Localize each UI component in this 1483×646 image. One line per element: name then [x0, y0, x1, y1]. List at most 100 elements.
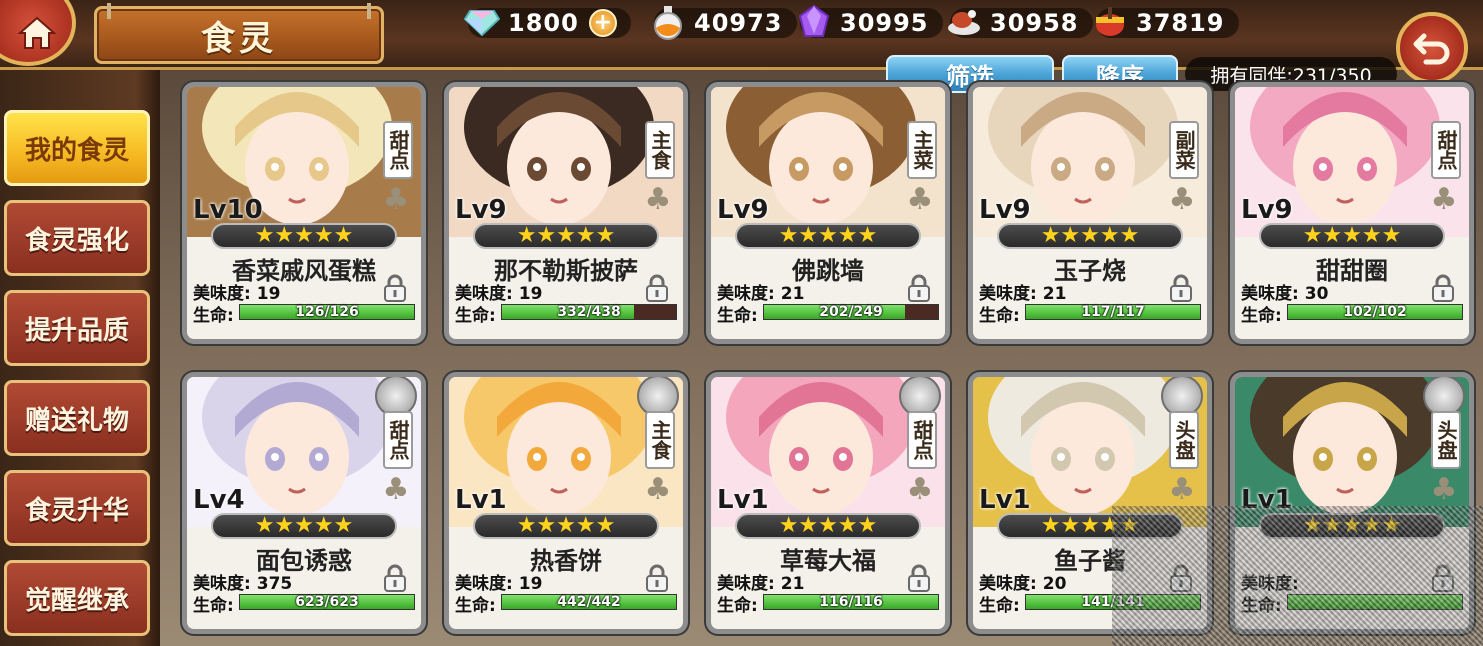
clover-icon: ♣ — [382, 182, 410, 217]
sidebar-item-send-gift[interactable]: 赠送礼物 — [4, 380, 150, 456]
clover-icon: ♣ — [1430, 472, 1458, 507]
sidebar-item-awaken-inherit[interactable]: 觉醒继承 — [4, 560, 150, 636]
star-rating: ★★★★★ — [997, 223, 1183, 249]
potion-count: 40973 — [694, 9, 783, 37]
page-title: 食灵 — [201, 18, 277, 59]
star-rating: ★★★★★ — [211, 513, 397, 539]
lock-icon[interactable] — [1431, 273, 1455, 303]
clover-icon: ♣ — [1168, 182, 1196, 217]
category-tag: 主菜 — [907, 121, 937, 179]
hp-label: 生命: — [455, 596, 496, 616]
level-label: Lv1 — [717, 485, 769, 515]
meat-dish-icon — [944, 2, 984, 42]
lock-icon[interactable] — [907, 273, 931, 303]
star-rating: ★★★★★ — [473, 513, 659, 539]
diamond-count: 1800 — [508, 9, 579, 37]
resource-potion: 40973 — [654, 6, 797, 40]
food-soul-card[interactable]: 主食 ♣ Lv1 ★★★★★ 热香饼 美味度: 19 生命: 442/442 — [444, 372, 688, 634]
rope-left — [107, 3, 111, 19]
lock-icon[interactable] — [645, 563, 669, 593]
hp-value: 332/438 — [557, 304, 621, 320]
hp-value: 202/249 — [819, 304, 883, 320]
rope-right — [367, 3, 371, 19]
hp-row: 生命: 126/126 — [193, 301, 417, 326]
lock-icon[interactable] — [383, 563, 407, 593]
star-rating: ★★★★★ — [473, 223, 659, 249]
hp-bar: 102/102 — [1287, 304, 1463, 320]
category-tag: 主食 — [645, 121, 675, 179]
level-label: Lv9 — [717, 195, 769, 225]
rainbow-diamond-icon — [462, 2, 502, 42]
home-button[interactable] — [0, 0, 76, 66]
sidebar-item-upgrade-quality[interactable]: 提升品质 — [4, 290, 150, 366]
home-icon — [17, 16, 57, 49]
lock-icon[interactable] — [383, 273, 407, 303]
star-rating: ★★★★★ — [735, 513, 921, 539]
level-label: Lv9 — [455, 195, 507, 225]
food-soul-card[interactable]: 主菜 ♣ Lv9 ★★★★★ 佛跳墙 美味度: 21 生命: 202/249 — [706, 82, 950, 344]
category-tag: 甜点 — [907, 411, 937, 469]
star-rating: ★★★★★ — [1259, 223, 1445, 249]
sidebar-item-ascend[interactable]: 食灵升华 — [4, 470, 150, 546]
sidebar: 我的食灵 食灵强化 提升品质 赠送礼物 食灵升华 觉醒继承 — [0, 70, 160, 646]
hp-bar: 117/117 — [1025, 304, 1201, 320]
sidebar-item-my-food-souls[interactable]: 我的食灵 — [4, 110, 150, 186]
category-tag: 甜点 — [383, 411, 413, 469]
category-tag: 头盘 — [1169, 411, 1199, 469]
meat-count: 30958 — [990, 9, 1079, 37]
clover-icon: ♣ — [382, 472, 410, 507]
hp-label: 生命: — [717, 306, 758, 326]
clover-icon: ♣ — [1430, 182, 1458, 217]
clover-icon: ♣ — [644, 182, 672, 217]
hp-bar: 116/116 — [763, 594, 939, 610]
hp-label: 生命: — [717, 596, 758, 616]
hp-label: 生命: — [193, 596, 234, 616]
food-soul-card[interactable]: 甜点 ♣ Lv1 ★★★★★ 草莓大福 美味度: 21 生命: 116/116 — [706, 372, 950, 634]
resource-diamond: 1800 + — [464, 8, 631, 38]
crystal-count: 30995 — [840, 9, 929, 37]
hp-bar: 202/249 — [763, 304, 939, 320]
hp-row: 生命: 442/442 — [455, 591, 679, 616]
purple-crystal-icon — [794, 2, 834, 42]
food-soul-card[interactable]: 副菜 ♣ Lv9 ★★★★★ 玉子烧 美味度: 21 生命: 117/117 — [968, 82, 1212, 344]
return-arrow-icon — [1413, 33, 1450, 65]
resource-meat: 30958 — [948, 8, 1093, 38]
category-tag: 甜点 — [1431, 121, 1461, 179]
food-soul-card[interactable]: 主食 ♣ Lv9 ★★★★★ 那不勒斯披萨 美味度: 19 生命: 332/43… — [444, 82, 688, 344]
category-tag: 头盘 — [1431, 411, 1461, 469]
level-label: Lv9 — [979, 195, 1031, 225]
hp-label: 生命: — [455, 306, 496, 326]
add-diamond-button[interactable]: + — [588, 9, 617, 37]
hp-value: 126/126 — [295, 304, 359, 320]
hp-row: 生命: 117/117 — [979, 301, 1203, 326]
star-rating: ★★★★★ — [211, 223, 397, 249]
hp-row: 生命: 332/438 — [455, 301, 679, 326]
category-tag: 副菜 — [1169, 121, 1199, 179]
lock-icon[interactable] — [907, 563, 931, 593]
food-soul-card[interactable]: 甜点 ♣ Lv4 ★★★★★ 面包诱惑 美味度: 375 生命: 623/623 — [182, 372, 426, 634]
hp-value: 117/117 — [1081, 304, 1145, 320]
hp-value: 116/116 — [819, 594, 883, 610]
level-label: Lv1 — [979, 485, 1031, 515]
hp-label: 生命: — [193, 306, 234, 326]
hp-bar: 623/623 — [239, 594, 415, 610]
lock-icon[interactable] — [645, 273, 669, 303]
obscured-region — [1112, 506, 1483, 646]
hp-label: 生命: — [979, 596, 1020, 616]
food-soul-card[interactable]: 甜点 ♣ Lv9 ★★★★★ 甜甜圈 美味度: 30 生命: 102/102 — [1230, 82, 1474, 344]
resource-crystal: 30995 — [798, 4, 943, 38]
clover-icon: ♣ — [644, 472, 672, 507]
hp-row: 生命: 102/102 — [1241, 301, 1465, 326]
star-rating: ★★★★★ — [735, 223, 921, 249]
level-label: Lv1 — [455, 485, 507, 515]
sidebar-item-enhance[interactable]: 食灵强化 — [4, 200, 150, 276]
lock-icon[interactable] — [1169, 273, 1193, 303]
level-label: Lv4 — [193, 485, 245, 515]
hp-bar: 442/442 — [501, 594, 677, 610]
hp-value: 102/102 — [1343, 304, 1407, 320]
spice-count: 37819 — [1136, 9, 1225, 37]
clover-icon: ♣ — [906, 472, 934, 507]
hp-value: 623/623 — [295, 594, 359, 610]
plus-icon: + — [593, 10, 613, 35]
food-soul-card[interactable]: 甜点 ♣ Lv10 ★★★★★ 香菜戚风蛋糕 美味度: 19 生命: 126/1… — [182, 82, 426, 344]
